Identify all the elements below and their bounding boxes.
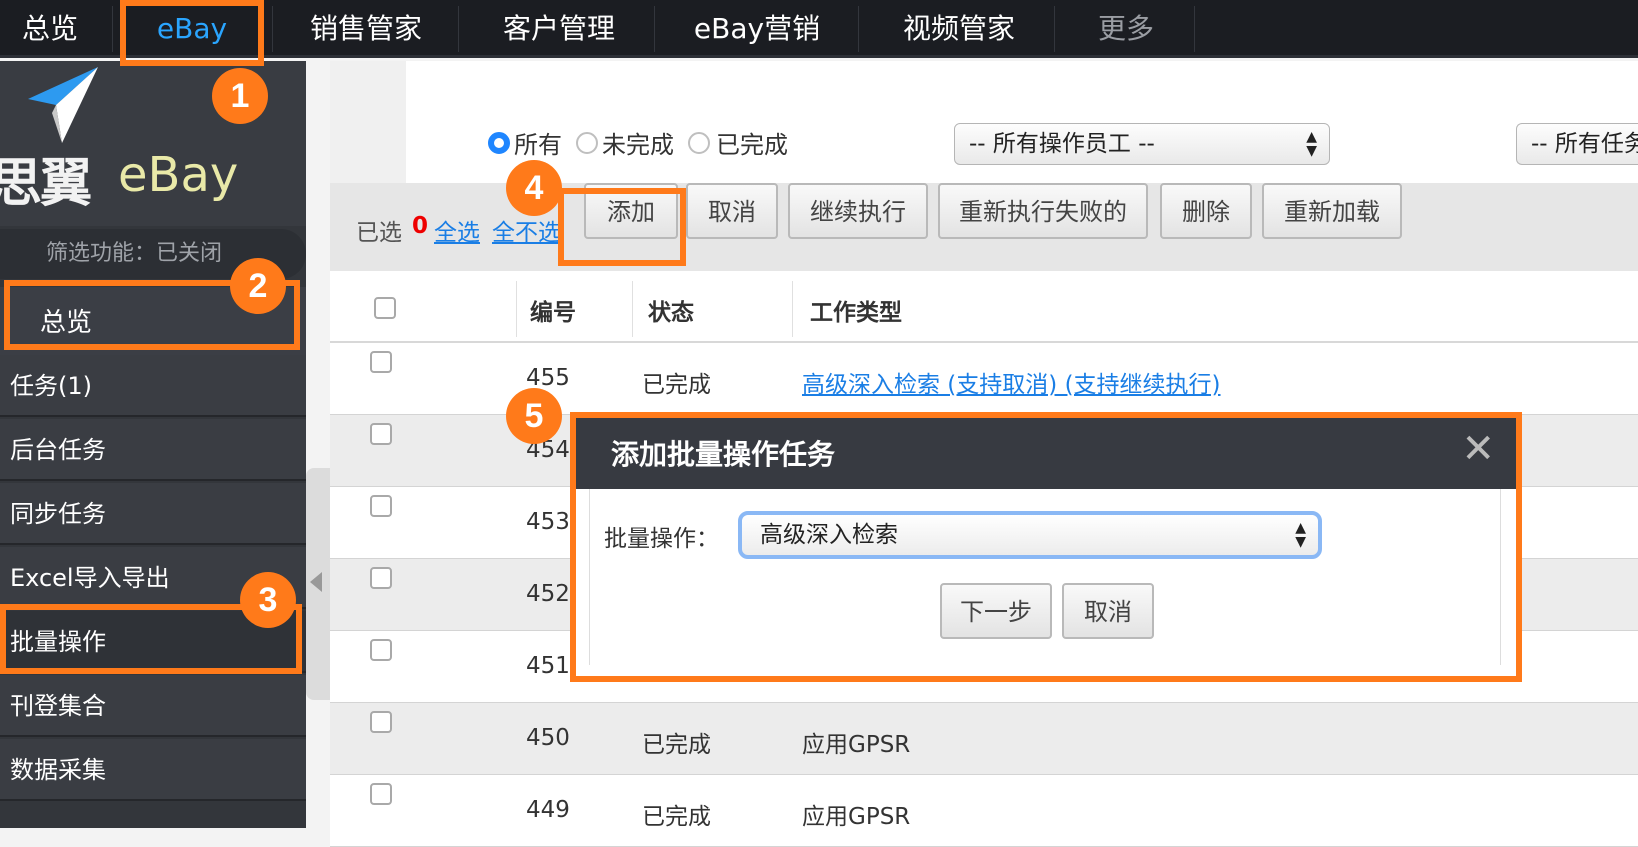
nav-separator — [458, 6, 459, 52]
row-checkbox[interactable] — [370, 351, 392, 373]
radio-all-label: 所有 — [514, 131, 562, 159]
select-all-checkbox[interactable] — [374, 297, 396, 319]
nav-separator — [1194, 6, 1195, 52]
step-badge-3: 3 — [240, 572, 296, 628]
row-checkbox[interactable] — [370, 567, 392, 589]
paper-plane-icon — [28, 67, 98, 143]
add-batch-task-dialog: 添加批量操作任务 ✕ 批量操作： 高级深入检索 ▲ ▼ 下一步 取消 — [570, 412, 1520, 680]
table-row[interactable]: 450 已完成 应用GPSR — [330, 703, 1638, 775]
nav-separator — [272, 6, 273, 52]
dialog-title: 添加批量操作任务 — [611, 438, 836, 471]
cancel-button[interactable]: 取消 — [686, 183, 778, 239]
sidebar-item-tasks[interactable]: 任务(1) — [0, 355, 306, 417]
step-badge-1: 1 — [212, 68, 268, 124]
row-id: 452 — [526, 581, 570, 607]
employee-select[interactable]: -- 所有操作员工 -- ▲ ▼ — [954, 123, 1330, 165]
row-checkbox[interactable] — [370, 711, 392, 733]
add-button[interactable]: 添加 — [584, 183, 678, 239]
task-type-select[interactable]: -- 所有任务 — [1516, 123, 1638, 165]
step-badge-5: 5 — [506, 388, 562, 444]
header-status[interactable]: 状态 — [648, 293, 694, 327]
row-status: 已完成 — [642, 732, 711, 758]
nav-item-overview[interactable]: 总览 — [0, 0, 100, 58]
nav-item-ebay-marketing[interactable]: eBay营销 — [664, 0, 850, 58]
filter-left-gap — [330, 61, 406, 183]
batch-op-select-value: 高级深入检索 — [760, 522, 898, 548]
sidebar-item-background-tasks[interactable]: 后台任务 — [0, 419, 306, 481]
task-type-select-value: -- 所有任务 — [1531, 131, 1638, 157]
nav-item-more[interactable]: 更多 — [1062, 0, 1190, 58]
batch-op-label: 批量操作： — [604, 526, 719, 552]
row-id: 450 — [526, 725, 570, 751]
radio-incomplete[interactable] — [576, 132, 598, 154]
sidebar-item-sync-tasks[interactable]: 同步任务 — [0, 483, 306, 545]
nav-item-sales[interactable]: 销售管家 — [280, 0, 452, 58]
row-id: 451 — [526, 653, 570, 679]
select-none-link[interactable]: 全不选 — [492, 213, 561, 247]
continue-button[interactable]: 继续执行 — [788, 183, 928, 239]
row-type: 应用GPSR — [802, 804, 911, 830]
dialog-body: 批量操作： 高级深入检索 ▲ ▼ 下一步 取消 — [589, 489, 1501, 665]
reload-button[interactable]: 重新加载 — [1262, 183, 1402, 239]
retry-failed-button[interactable]: 重新执行失败的 — [938, 183, 1148, 239]
radio-incomplete-label: 未完成 — [602, 131, 674, 159]
sidebar-collapse-handle[interactable] — [306, 468, 330, 700]
header-id[interactable]: 编号 — [530, 293, 576, 327]
select-arrows-icon: ▲ ▼ — [1295, 520, 1306, 550]
dialog-cancel-button[interactable]: 取消 — [1062, 583, 1154, 639]
logo-text-en: eBay — [118, 147, 239, 203]
radio-complete[interactable] — [688, 132, 710, 154]
next-step-button[interactable]: 下一步 — [940, 583, 1052, 639]
row-checkbox[interactable] — [370, 495, 392, 517]
header-separator — [516, 281, 517, 337]
collapse-arrow-icon — [310, 572, 322, 592]
logo-text-cn: 思翼 — [0, 153, 92, 214]
sidebar-item-data-collection[interactable]: 数据采集 — [0, 739, 306, 801]
radio-complete-label: 已完成 — [716, 131, 788, 159]
header-separator — [792, 281, 793, 337]
nav-separator — [654, 6, 655, 52]
select-all-link[interactable]: 全选 — [434, 213, 480, 247]
nav-item-customers[interactable]: 客户管理 — [466, 0, 652, 58]
select-arrows-icon: ▲ ▼ — [1306, 129, 1317, 159]
selected-label: 已选 — [356, 220, 402, 246]
header-separator — [632, 281, 633, 337]
row-checkbox[interactable] — [370, 423, 392, 445]
row-id: 449 — [526, 797, 570, 823]
row-checkbox[interactable] — [370, 639, 392, 661]
row-type: 应用GPSR — [802, 732, 911, 758]
radio-all[interactable] — [488, 132, 510, 154]
row-type-link[interactable]: 高级深入检索 (支持取消) (支持继续执行) — [802, 365, 1221, 399]
close-icon[interactable]: ✕ — [1461, 425, 1495, 473]
batch-op-select[interactable]: 高级深入检索 ▲ ▼ — [738, 511, 1322, 559]
table-header: 编号 状态 工作类型 — [330, 271, 1638, 343]
dialog-title-bar: 添加批量操作任务 ✕ — [571, 413, 1519, 489]
sidebar: 思翼 eBay 筛选功能：已关闭 总览 任务(1) 后台任务 同步任务 Exce… — [0, 61, 306, 828]
delete-button[interactable]: 删除 — [1160, 183, 1252, 239]
selected-count: 0 — [412, 213, 429, 239]
nav-separator — [858, 6, 859, 52]
row-status: 已完成 — [642, 372, 711, 398]
top-navigation: 总览 eBay 销售管家 客户管理 eBay营销 视频管家 更多 — [0, 0, 1638, 58]
step-badge-2: 2 — [230, 258, 286, 314]
row-status: 已完成 — [642, 804, 711, 830]
header-type[interactable]: 工作类型 — [810, 293, 902, 327]
row-id: 453 — [526, 509, 570, 535]
step-badge-4: 4 — [506, 160, 562, 216]
employee-select-value: -- 所有操作员工 -- — [969, 131, 1155, 157]
table-row[interactable]: 449 已完成 应用GPSR — [330, 775, 1638, 847]
nav-separator — [1054, 6, 1055, 52]
sidebar-item-listing-collection[interactable]: 刊登集合 — [0, 675, 306, 737]
nav-separator — [112, 6, 113, 52]
nav-item-video[interactable]: 视频管家 — [866, 0, 1052, 58]
nav-item-ebay[interactable]: eBay — [122, 0, 262, 58]
row-checkbox[interactable] — [370, 783, 392, 805]
